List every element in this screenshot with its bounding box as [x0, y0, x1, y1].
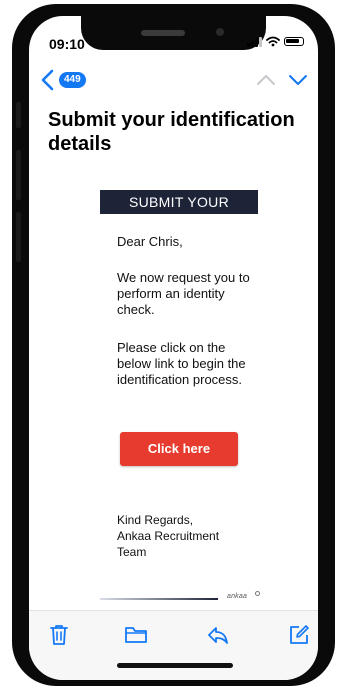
compose-icon[interactable] — [287, 623, 311, 647]
email-signoff: Kind Regards, Ankaa Recruitment Team — [117, 512, 267, 560]
trash-icon[interactable] — [47, 623, 71, 647]
email-banner: SUBMIT YOUR — [100, 190, 258, 214]
volume-down-button — [16, 212, 21, 262]
folder-icon[interactable] — [124, 623, 148, 647]
email-paragraph-request: We now request you to perform an identit… — [117, 270, 250, 317]
click-here-button[interactable]: Click here — [120, 432, 238, 466]
home-indicator — [117, 663, 233, 668]
status-time: 09:10 — [49, 36, 85, 52]
volume-up-button — [16, 150, 21, 200]
footer-logo-text: ankaa — [227, 593, 248, 600]
signal-icon — [247, 36, 262, 47]
status-icons — [247, 36, 304, 47]
footer-divider — [100, 598, 218, 600]
footer-logo: ankaa — [227, 588, 261, 606]
battery-icon — [284, 37, 304, 46]
wifi-icon — [266, 36, 280, 47]
email-subject: Submit your identification details — [48, 109, 295, 155]
unread-count-badge[interactable]: 449 — [59, 72, 86, 88]
mail-nav-bar: 449 — [29, 66, 318, 96]
signoff-line: Team — [117, 545, 147, 559]
front-camera — [216, 28, 224, 36]
status-bar: 09:10 — [29, 16, 318, 62]
chevron-down-icon[interactable] — [287, 70, 309, 90]
mute-switch — [16, 102, 21, 128]
signoff-line: Ankaa Recruitment — [117, 529, 220, 543]
chevron-up-icon[interactable] — [255, 70, 277, 90]
notch — [81, 16, 266, 50]
signoff-line: Kind Regards, — [117, 513, 194, 527]
reply-icon[interactable] — [206, 623, 230, 647]
mail-toolbar — [29, 610, 318, 680]
footer-logo-mark — [255, 591, 260, 596]
speaker-grille — [141, 30, 185, 36]
chevron-left-icon[interactable] — [37, 68, 59, 92]
phone-screen: 09:10 449 Submit your identification det… — [29, 16, 318, 680]
email-message: Submit your identification details SUBMI… — [29, 100, 318, 620]
email-greeting: Dear Chris, — [117, 234, 183, 249]
email-paragraph-instructions: Please click on the below link to begin … — [117, 340, 246, 387]
